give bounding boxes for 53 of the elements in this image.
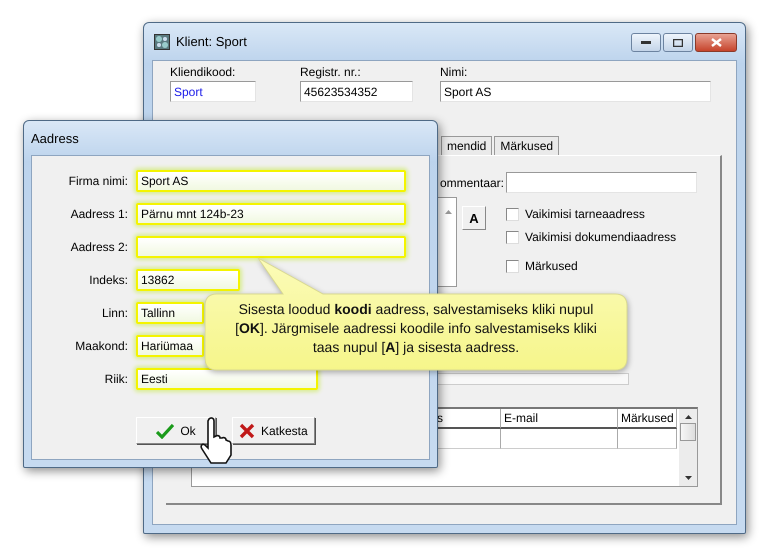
field-label: Kliendikood: (170, 65, 236, 79)
add-address-button[interactable]: A (462, 206, 486, 230)
checkbox[interactable] (506, 260, 519, 272)
column-header[interactable]: E-mail (501, 409, 618, 429)
field-label: Aadress 2: (70, 240, 129, 254)
text-field[interactable]: Eesti (136, 368, 318, 390)
field-label: Nimi: (440, 65, 468, 79)
field-label: ommentaar: (440, 176, 504, 190)
minimize-button[interactable] (631, 33, 661, 52)
app-icon (154, 34, 170, 50)
field-label: Maakond: (74, 339, 129, 353)
checkmark-icon (156, 422, 174, 438)
checkbox[interactable] (506, 208, 519, 220)
maximize-icon (673, 38, 683, 46)
window-title: Klient: Sport (176, 34, 247, 49)
scroll-down-icon (684, 476, 692, 480)
field-label: Firma nimi: (68, 174, 129, 188)
comment-field[interactable] (506, 172, 697, 193)
checkbox-label: Märkused (525, 259, 578, 273)
cancel-button[interactable]: Katkesta (232, 417, 315, 444)
minimize-icon (641, 40, 651, 44)
text-field[interactable]: Sport (170, 81, 256, 102)
text-field[interactable] (136, 236, 406, 258)
hand-cursor-icon (199, 417, 233, 465)
tab[interactable]: mendid (441, 136, 492, 155)
text-field[interactable]: Sport AS (440, 81, 711, 102)
text-field[interactable]: Sport AS (136, 170, 406, 192)
field-label: Indeks: (88, 273, 129, 287)
checkbox-label: Vaikimisi tarneaadress (525, 207, 645, 221)
checkbox-label: Vaikimisi dokumendiaadress (525, 230, 676, 244)
field-label: Riik: (104, 372, 129, 386)
field-label: Aadress 1: (70, 207, 129, 221)
field-label: Linn: (100, 306, 129, 320)
scroll-up-icon (684, 415, 692, 419)
close-icon (710, 38, 722, 47)
text-field[interactable]: 13862 (136, 269, 240, 291)
tab[interactable]: Märkused (494, 136, 560, 155)
checkbox[interactable] (506, 230, 519, 244)
scroll-up-icon (445, 210, 452, 214)
text-field[interactable]: Tallinn (136, 302, 204, 324)
table-cell (618, 429, 677, 449)
maximize-button[interactable] (663, 33, 693, 52)
callout-text: Sisesta loodud koodi aadress, salvestamiseks kliki nupul [OK]. Järgmisele aadressi koodile info salvestamiseks kliki taas nupul [A] ja sisesta aadress. (235, 300, 597, 357)
close-button[interactable] (695, 33, 737, 52)
scrollbar[interactable] (679, 409, 697, 486)
text-field[interactable]: Pärnu mnt 124b-23 (136, 203, 406, 225)
cross-icon (239, 422, 255, 438)
text-field[interactable]: 45623534352 (300, 81, 413, 102)
text-field[interactable]: Hariümaa (136, 335, 204, 357)
scroll-thumb[interactable] (680, 423, 696, 441)
field-label: Registr. nr.: (300, 65, 362, 79)
column-header[interactable]: Märkused (618, 409, 677, 429)
dialog-title: Aadress (31, 130, 79, 146)
